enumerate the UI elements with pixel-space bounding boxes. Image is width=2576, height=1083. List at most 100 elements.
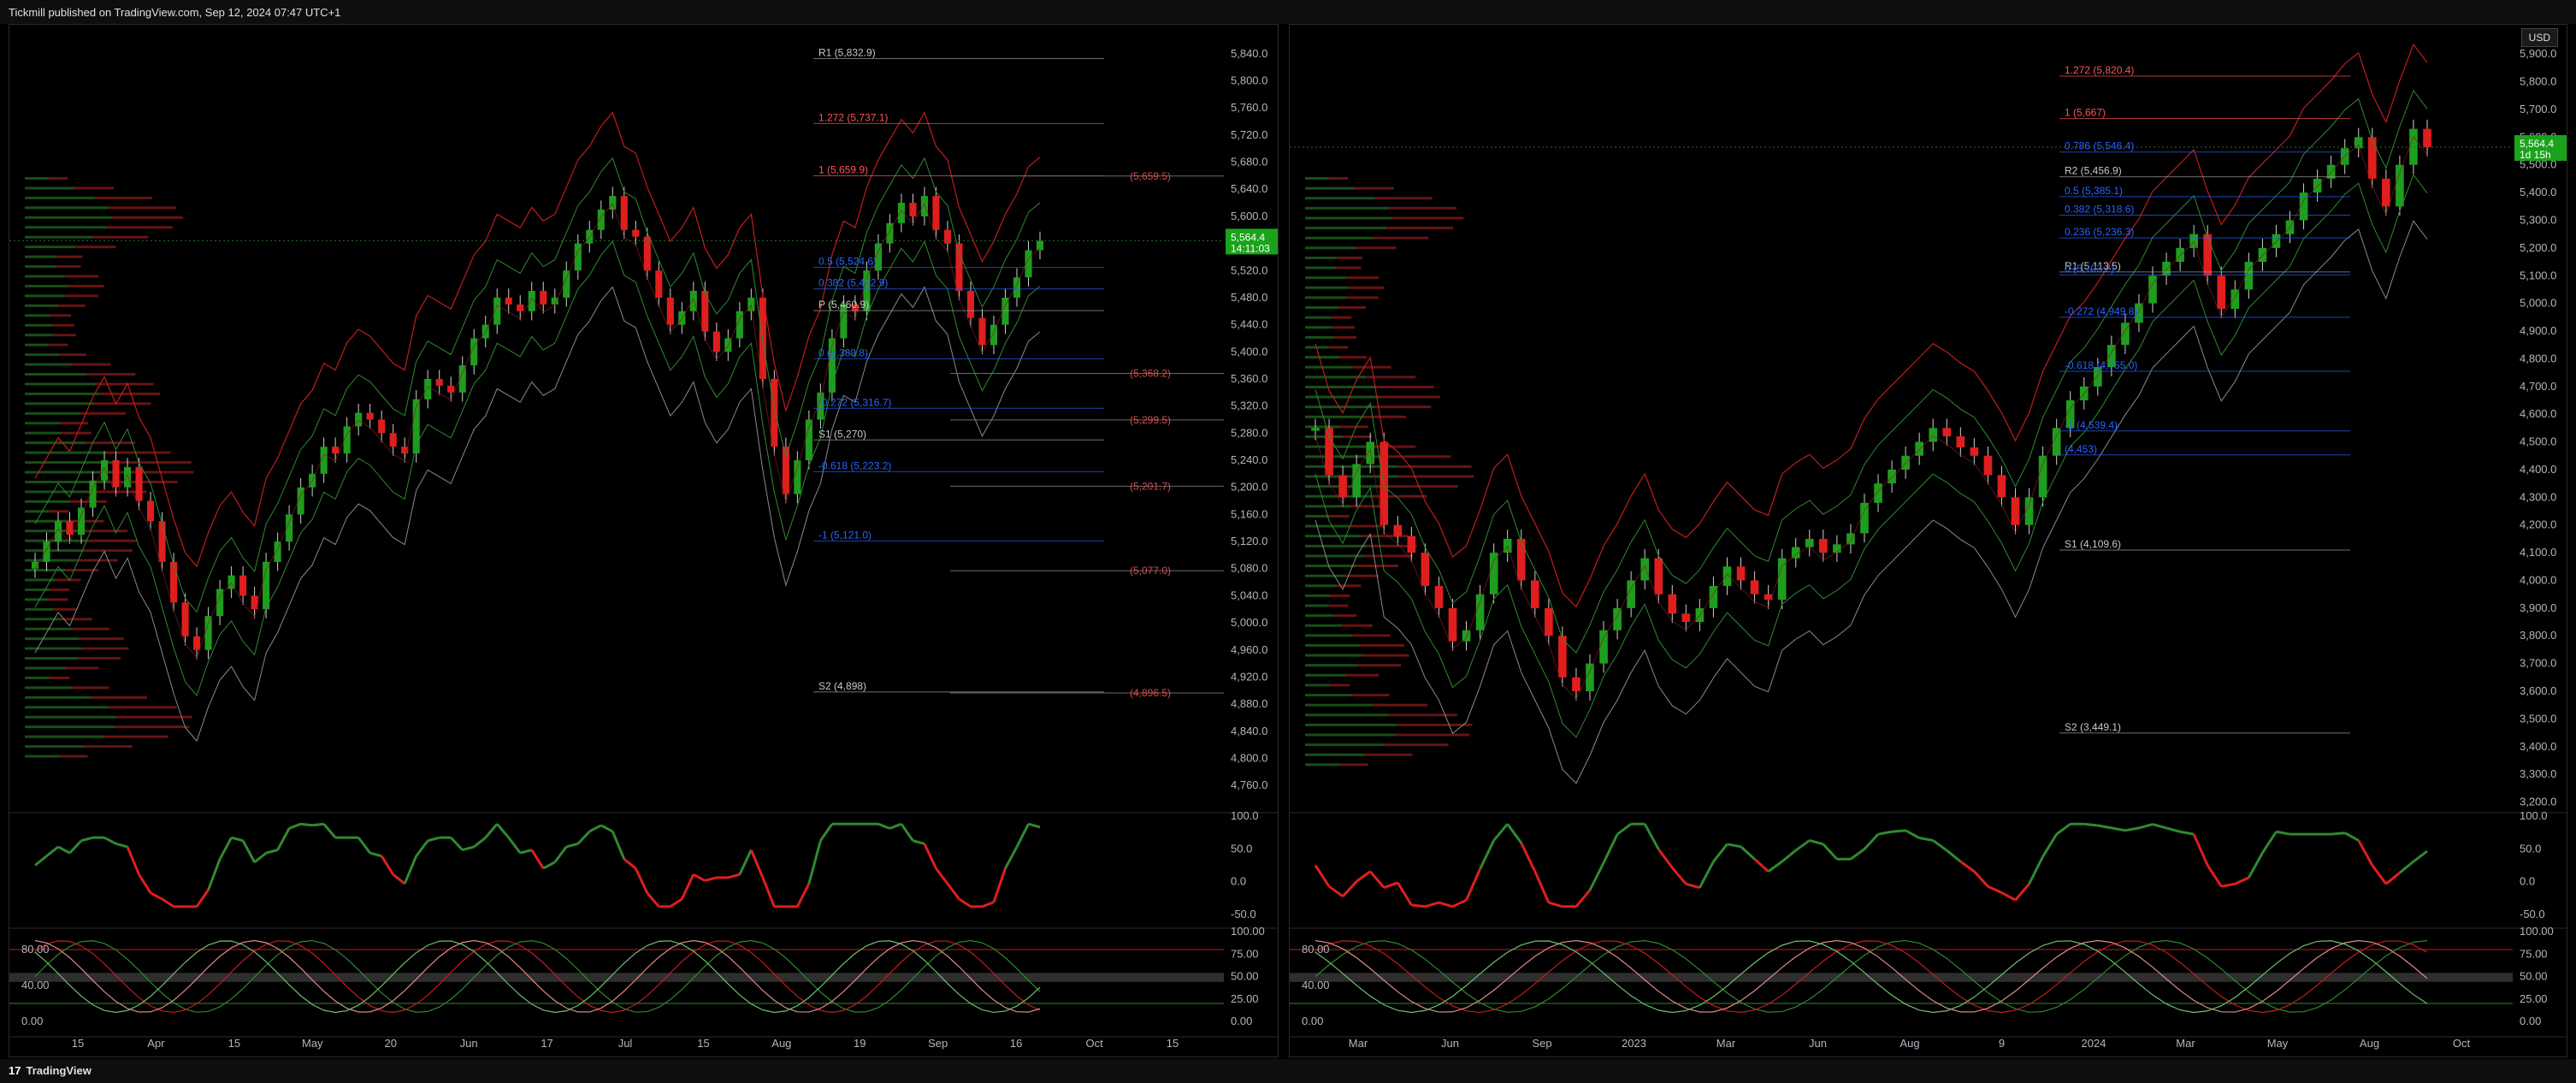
momentum-line bbox=[2028, 855, 2044, 885]
right-chart-svg[interactable]: 1.272 (5,820.4) 1 (5,667) 0.786 (5,546.4) R… bbox=[1290, 25, 2567, 1057]
y-axis-tick-label: 5,240.0 bbox=[1231, 453, 1267, 466]
fib-level-label: 0.5 (5,385.1) bbox=[2065, 185, 2123, 197]
candle-up bbox=[597, 209, 605, 230]
candle-down bbox=[135, 466, 143, 501]
candle-down bbox=[2203, 234, 2213, 276]
volume-profile-bar-down bbox=[98, 392, 161, 395]
candle-up bbox=[1888, 469, 1896, 484]
volume-profile-bar-down bbox=[65, 666, 99, 670]
volume-profile-bar-up bbox=[1305, 197, 1375, 200]
candle-up bbox=[1311, 428, 1320, 431]
y-axis-tick-label: 5,440.0 bbox=[1231, 318, 1267, 331]
volume-profile-bar-down bbox=[94, 402, 151, 405]
volume-profile-bar-up bbox=[1305, 565, 1356, 568]
momentum-line bbox=[1946, 849, 1962, 863]
volume-profile-bar-down bbox=[1333, 614, 1357, 618]
momentum-line bbox=[738, 849, 753, 875]
volume-profile-bar-up bbox=[1305, 664, 1358, 667]
y-axis-tick-label: 3,300.0 bbox=[2520, 767, 2556, 780]
candle-down bbox=[1997, 475, 2006, 498]
candle-down bbox=[1338, 475, 1347, 498]
x-axis-tick-label: 16 bbox=[1010, 1037, 1022, 1050]
momentum-line bbox=[958, 897, 972, 908]
momentum-line bbox=[2083, 822, 2098, 827]
fib-level-label: S1 (4,109.6) bbox=[2065, 538, 2121, 550]
stoch-tick-label: 100.00 bbox=[2520, 925, 2554, 938]
volume-profile-bar-up bbox=[1305, 684, 1330, 687]
volume-profile-bar-down bbox=[58, 353, 86, 357]
fib-level-label: 1 (5,667) bbox=[2065, 107, 2106, 119]
volume-profile-bar-up bbox=[25, 353, 59, 357]
fib-level-label: 1.272 (5,820.4) bbox=[2065, 64, 2134, 76]
right-chart-panel[interactable]: 1.272 (5,820.4) 1 (5,667) 0.786 (5,546.4) R… bbox=[1289, 24, 2567, 1057]
volume-profile-bar-up bbox=[25, 334, 54, 337]
volume-profile-bar-down bbox=[84, 745, 133, 749]
y-axis-tick-label: 5,680.0 bbox=[1231, 156, 1267, 169]
momentum-line bbox=[322, 823, 337, 839]
volume-profile-bar-down bbox=[77, 657, 121, 660]
x-axis-tick-label: 15 bbox=[228, 1037, 240, 1050]
volume-profile-bar-down bbox=[1395, 733, 1470, 737]
momentum-line bbox=[276, 827, 291, 851]
y-axis-tick-label: 5,700.0 bbox=[2520, 103, 2556, 115]
left-chart-panel[interactable]: R1 (5,832.9) 1.272 (5,737.1) 1 (5,659.9) 0.… bbox=[9, 24, 1279, 1057]
volume-profile-bar-up bbox=[25, 216, 112, 219]
volume-profile-bar-up bbox=[1305, 753, 1365, 756]
momentum-line bbox=[1602, 833, 1619, 864]
momentum-line bbox=[253, 851, 268, 864]
momentum-line bbox=[231, 836, 244, 843]
indicator-tick-label: 0.0 bbox=[2520, 875, 2535, 888]
candle-down bbox=[1545, 607, 1553, 636]
y-axis-tick-label: 3,900.0 bbox=[2520, 601, 2556, 614]
volume-profile-bar-up bbox=[1305, 634, 1352, 637]
candle-down bbox=[435, 378, 443, 386]
y-axis-tick-label: 5,760.0 bbox=[1231, 101, 1267, 114]
momentum-line bbox=[1383, 881, 1398, 890]
stoch-left-tick-label: 80.00 bbox=[21, 943, 50, 956]
momentum-line bbox=[646, 891, 660, 908]
candle-up bbox=[2272, 234, 2281, 248]
volume-profile-bar-down bbox=[68, 284, 104, 287]
volume-profile-bar-down bbox=[1356, 565, 1398, 568]
volume-profile-bar-down bbox=[65, 294, 98, 298]
candle-down bbox=[1380, 441, 1389, 525]
candle-up bbox=[2396, 164, 2404, 207]
candle-down bbox=[1434, 585, 1444, 608]
current-price-value: 5,564.4 bbox=[2520, 138, 2554, 150]
volume-profile-bar-up bbox=[1305, 415, 1361, 418]
candle-down bbox=[978, 317, 986, 346]
candle-down bbox=[1942, 428, 1952, 437]
candle-up bbox=[2189, 234, 2198, 248]
stoch-tick-label: 25.00 bbox=[2520, 992, 2548, 1005]
y-axis-tick-label: 5,800.0 bbox=[1231, 74, 1267, 87]
momentum-line bbox=[45, 845, 59, 857]
momentum-line bbox=[68, 839, 83, 855]
momentum-line bbox=[392, 873, 406, 885]
volume-profile-bar-down bbox=[1386, 227, 1453, 230]
fib-level-label: -1 (5,121.0) bbox=[818, 529, 871, 541]
volume-profile-bar-down bbox=[1333, 335, 1357, 339]
volume-profile-bar-up bbox=[1305, 296, 1346, 299]
volume-profile-bar-up bbox=[25, 657, 78, 660]
momentum-line bbox=[889, 822, 902, 830]
momentum-line bbox=[1492, 823, 1509, 842]
momentum-line bbox=[126, 846, 140, 875]
volume-profile-bar-up bbox=[1305, 385, 1376, 388]
y-axis-tick-label: 5,720.0 bbox=[1231, 128, 1267, 141]
volume-profile-bar-down bbox=[1364, 554, 1413, 558]
volume-profile-bar-down bbox=[1339, 425, 1369, 429]
candle-up bbox=[2313, 178, 2322, 193]
volume-profile-bar-down bbox=[1348, 286, 1385, 289]
y-axis-tick-label: 5,320.0 bbox=[1231, 399, 1267, 412]
fib-level-label: 0 (5,103.2) bbox=[2065, 263, 2114, 275]
left-chart-svg[interactable]: R1 (5,832.9) 1.272 (5,737.1) 1 (5,659.9) 0.… bbox=[9, 25, 1279, 1057]
volume-profile-bar-up bbox=[1305, 216, 1392, 220]
volume-profile-bar-down bbox=[49, 588, 70, 591]
volume-profile-bar-up bbox=[25, 226, 107, 229]
volume-profile-bar-down bbox=[71, 627, 110, 630]
currency-selector[interactable]: USD bbox=[2520, 28, 2558, 47]
volume-profile-bar-up bbox=[25, 402, 95, 405]
fib-level-label: 1.272 (5,737.1) bbox=[818, 111, 888, 123]
momentum-line bbox=[1959, 860, 1976, 873]
tradingview-logo[interactable]: 17 TradingView bbox=[9, 1064, 92, 1077]
